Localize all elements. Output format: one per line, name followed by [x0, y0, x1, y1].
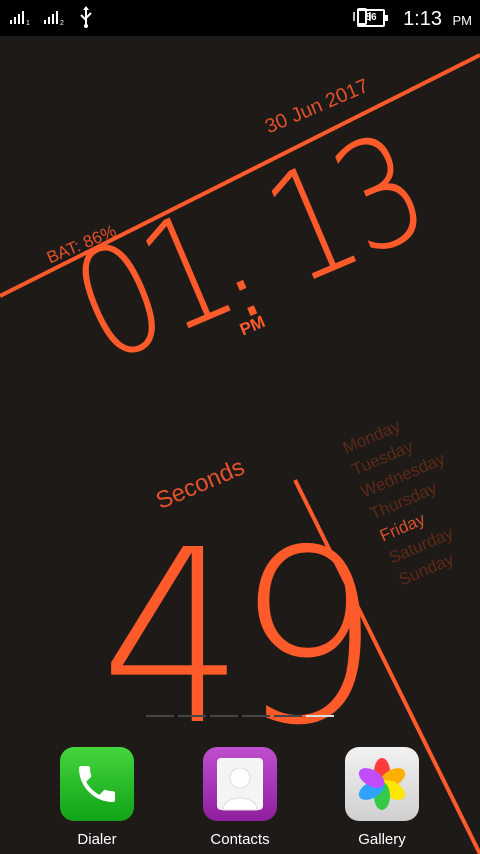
gallery-app[interactable]: Gallery [327, 747, 437, 848]
battery-icon: 86 [357, 9, 388, 27]
gallery-label: Gallery [358, 831, 406, 848]
page-dot-active[interactable] [306, 715, 334, 717]
svg-text:1: 1 [26, 20, 30, 26]
gallery-flower-icon[interactable] [345, 747, 419, 821]
svg-text:2: 2 [60, 20, 64, 26]
page-dot[interactable] [274, 715, 302, 717]
page-dot[interactable] [210, 715, 238, 717]
status-time: 1:13 [403, 8, 442, 30]
dialer-label: Dialer [77, 831, 117, 848]
phone-icon[interactable] [60, 747, 134, 821]
dialer-app[interactable]: Dialer [42, 747, 152, 848]
page-dot[interactable] [242, 715, 270, 717]
status-bar: 1 2 86 1:13 PM [0, 0, 480, 36]
signal-sim2-icon: 2 [44, 11, 64, 26]
status-ampm: PM [452, 13, 473, 28]
contacts-app[interactable]: Contacts [185, 747, 295, 848]
page-dot[interactable] [178, 715, 206, 717]
contact-icon[interactable] [203, 747, 277, 821]
signal-sim1-icon: 1 [10, 11, 30, 26]
app-dock: Dialer Contacts Gallery [0, 740, 480, 854]
page-dot[interactable] [146, 715, 174, 717]
usb-icon [80, 6, 92, 28]
contacts-label: Contacts [210, 831, 270, 848]
clock-seconds: 49 [100, 498, 381, 778]
